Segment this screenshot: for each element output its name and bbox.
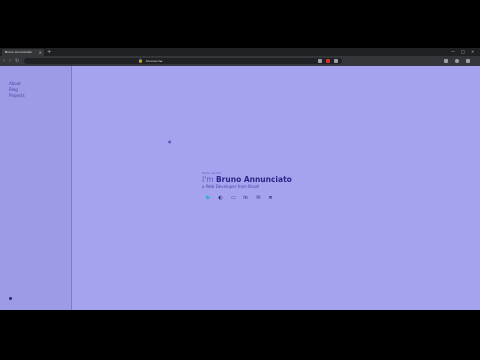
hero-subtitle: a Web Developer from Brazil <box>202 184 260 189</box>
hero-title: I'm Bruno Annunciato <box>202 175 292 184</box>
tab-close-icon[interactable]: × <box>39 49 42 56</box>
dev-icon[interactable]: ▭ <box>230 195 237 202</box>
forward-icon[interactable]: › <box>9 58 11 64</box>
browser-toolbar: ‹ › ↻ 🔒 brunoa.me <box>0 56 480 66</box>
linkedin-icon[interactable]: in <box>242 195 249 202</box>
reload-icon[interactable]: ↻ <box>15 58 19 64</box>
twitter-icon[interactable]: 🐦 <box>205 195 212 202</box>
hero-name: Bruno Annunciato <box>215 175 292 184</box>
nav-item-projects[interactable]: Projects <box>9 93 25 98</box>
mouse-cursor-icon: ● <box>168 139 172 144</box>
browser-tab[interactable]: Bruno Annunciato × <box>2 49 44 56</box>
menu-icon[interactable] <box>466 59 470 63</box>
email-icon[interactable]: ✉ <box>255 195 262 202</box>
stackoverflow-icon[interactable]: ≣ <box>267 195 274 202</box>
close-window-button[interactable]: × <box>471 49 474 55</box>
browser-tab-bar: Bruno Annunciato × + — □ × <box>0 48 480 56</box>
extension-icon[interactable] <box>334 59 338 63</box>
theme-toggle-icon[interactable] <box>9 297 12 300</box>
bookmark-star-icon[interactable] <box>318 59 322 63</box>
extension-icon[interactable] <box>444 59 448 63</box>
profile-avatar[interactable] <box>455 59 459 63</box>
sidebar: About Blog Projects <box>0 66 72 310</box>
nav-item-about[interactable]: About <box>9 81 21 86</box>
tab-title: Bruno Annunciato <box>5 50 32 54</box>
address-bar[interactable]: 🔒 brunoa.me <box>24 58 342 64</box>
lock-icon: 🔒 <box>138 58 143 63</box>
address-url: brunoa.me <box>146 59 163 63</box>
hero-intro: I'm <box>202 175 216 184</box>
minimize-button[interactable]: — <box>451 49 455 55</box>
back-icon[interactable]: ‹ <box>3 58 5 64</box>
page-viewport: About Blog Projects ● Hello, world! I'm … <box>0 66 480 310</box>
nav-item-blog[interactable]: Blog <box>9 87 18 92</box>
hero-section: Hello, world! I'm Bruno Annunciato a Web… <box>202 171 292 189</box>
maximize-button[interactable]: □ <box>461 49 465 55</box>
extension-icon[interactable] <box>326 59 330 63</box>
github-icon[interactable]: ◐ <box>217 195 224 202</box>
new-tab-button[interactable]: + <box>47 49 51 55</box>
